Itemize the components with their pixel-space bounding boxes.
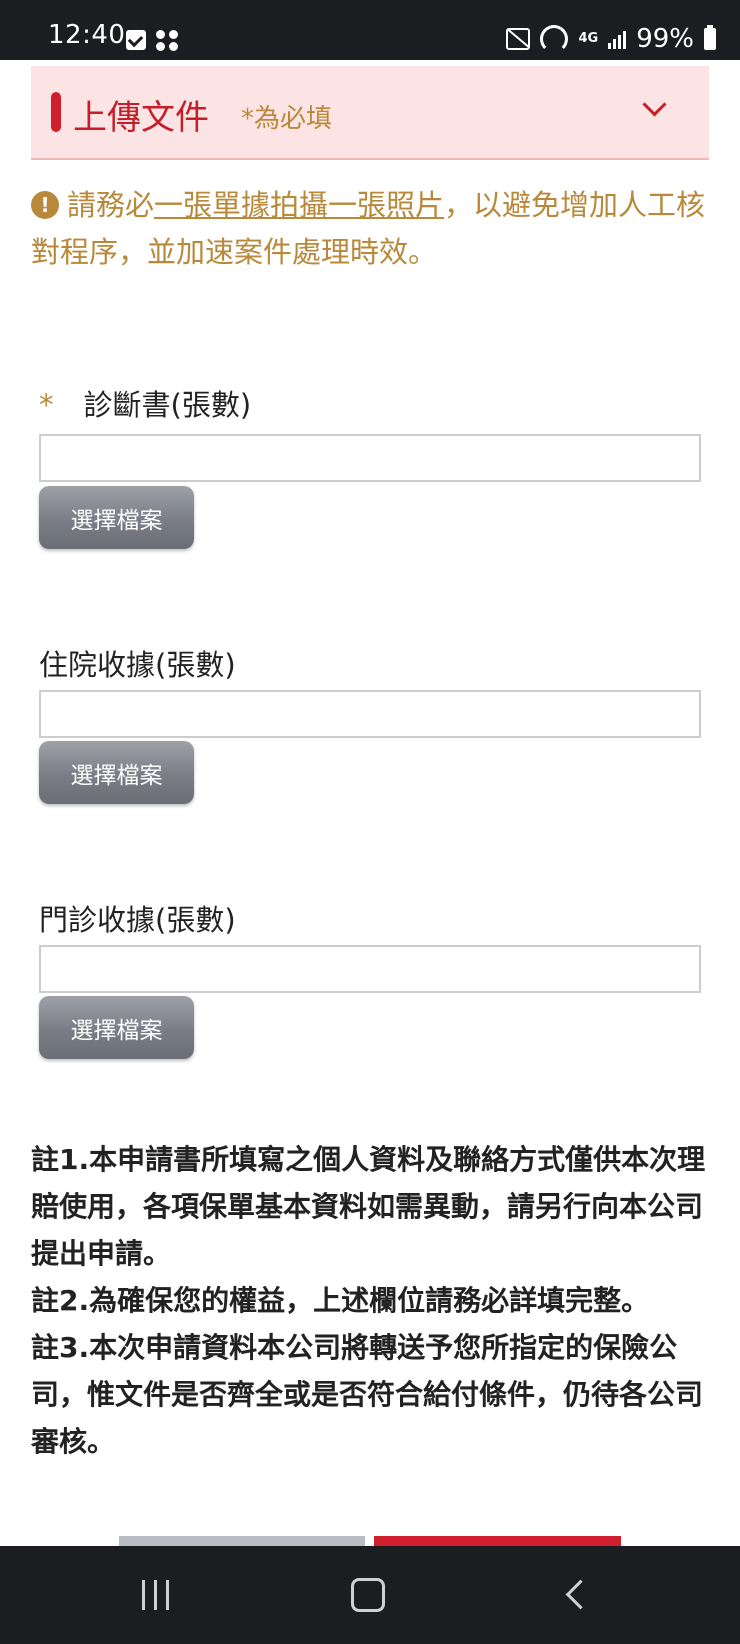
upload-notice: ! 請務必一張單據拍攝一張照片，以避免增加人工核對程序，並加速案件處理時效。 xyxy=(31,182,711,276)
recent-apps-icon[interactable] xyxy=(142,1580,169,1610)
status-bar: 12:40 4G 99% xyxy=(0,0,740,60)
hotspot-icon xyxy=(540,25,569,53)
system-nav-bar xyxy=(0,1546,740,1644)
app-notification-icon xyxy=(156,30,180,52)
checkbox-notification-icon xyxy=(126,30,146,50)
chevron-down-icon[interactable] xyxy=(642,92,667,117)
mute-icon xyxy=(506,28,531,50)
required-star: * xyxy=(39,388,54,422)
network-type: 4G xyxy=(578,31,599,46)
battery-level: 99% xyxy=(636,24,694,54)
section-title: 上傳文件 xyxy=(73,98,209,138)
required-note: *為必填 xyxy=(241,104,333,134)
home-icon[interactable] xyxy=(351,1578,385,1612)
note-2: 註2.為確保您的權益，上述欄位請務必詳填完整。 xyxy=(31,1284,650,1317)
status-icons: 4G 99% xyxy=(506,24,716,54)
note-1: 註1.本申請書所填寫之個人資料及聯絡方式僅供本次理賠使用，各項保單基本資料如需異… xyxy=(31,1143,706,1270)
notice-emphasis: 一張單據拍攝一張照片 xyxy=(154,188,445,222)
note-3: 註3.本次申請資料本公司將轉送予您所指定的保險公司，惟文件是否齊全或是否符合給付… xyxy=(31,1331,704,1458)
outpatient-receipt-count-input[interactable] xyxy=(39,945,701,993)
diagnosis-count-input[interactable] xyxy=(39,434,701,482)
inpatient-choose-file-button[interactable]: 選擇檔案 xyxy=(39,741,194,804)
notice-prefix: 請務必 xyxy=(67,188,155,222)
section-accent-bar xyxy=(51,92,61,132)
back-icon[interactable] xyxy=(565,1579,596,1610)
notes-block: 註1.本申請書所填寫之個人資料及聯絡方式僅供本次理賠使用，各項保單基本資料如需異… xyxy=(31,1136,711,1465)
diagnosis-label: * 診斷書(張數) xyxy=(39,382,251,424)
signal-icon xyxy=(608,29,627,49)
diagnosis-label-text: 診斷書(張數) xyxy=(83,388,252,422)
inpatient-receipt-label: 住院收據(張數) xyxy=(39,648,236,682)
outpatient-choose-file-button[interactable]: 選擇檔案 xyxy=(39,996,194,1059)
diagnosis-choose-file-button[interactable]: 選擇檔案 xyxy=(39,486,194,549)
exclamation-icon: ! xyxy=(31,191,59,219)
inpatient-receipt-count-input[interactable] xyxy=(39,690,701,738)
upload-section-header[interactable]: 上傳文件 *為必填 xyxy=(31,66,709,160)
outpatient-receipt-label: 門診收據(張數) xyxy=(39,903,236,937)
status-time: 12:40 xyxy=(48,20,126,50)
battery-icon xyxy=(704,25,716,50)
